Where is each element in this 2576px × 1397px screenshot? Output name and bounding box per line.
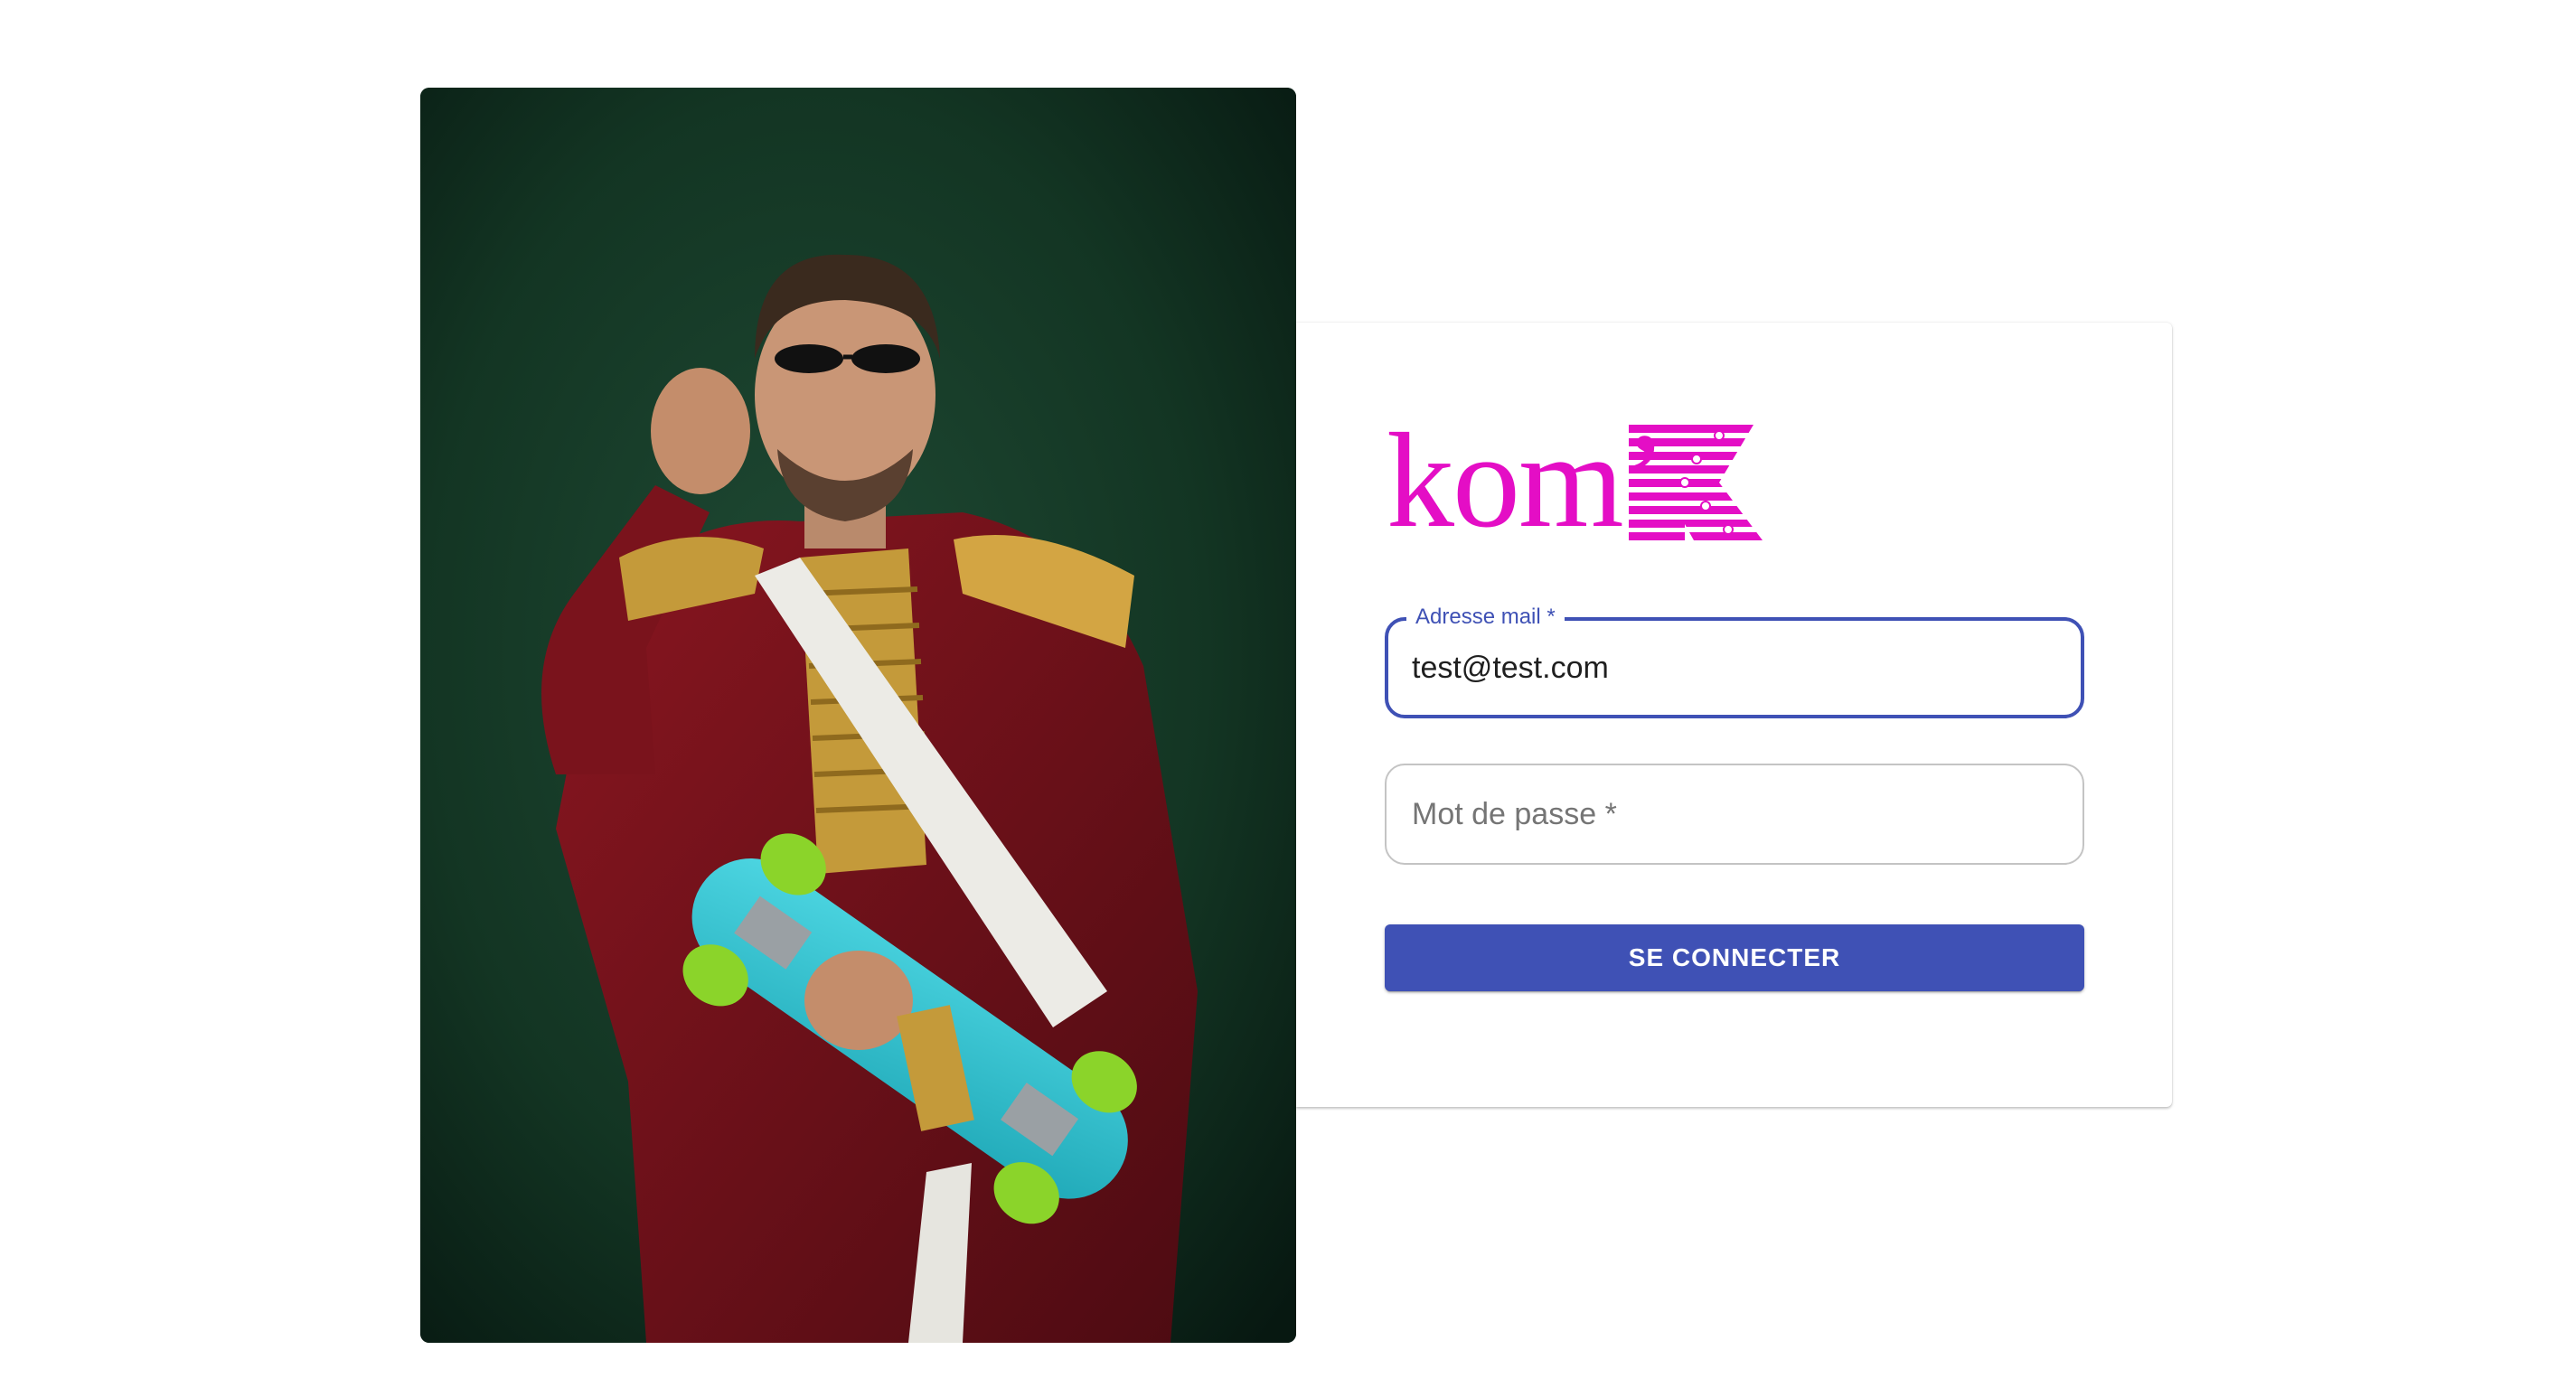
password-field[interactable]: Mot de passe * xyxy=(1385,764,2084,865)
logo-wordmark: kom’ xyxy=(1387,406,1668,556)
logo-k-mark xyxy=(1629,425,1763,540)
email-field-label: Adresse mail * xyxy=(1406,604,1565,631)
email-input-value[interactable]: test@test.com xyxy=(1412,648,1609,688)
password-placeholder: Mot de passe * xyxy=(1412,797,1617,831)
login-button[interactable]: SE CONNECTER xyxy=(1385,924,2084,991)
login-card: kom’ Adresse mail * test@test.com Mot de… xyxy=(1296,323,2172,1107)
email-field[interactable]: Adresse mail * test@test.com xyxy=(1385,604,2084,718)
brand-logo: kom’ xyxy=(1387,406,1784,556)
hero-image xyxy=(420,88,1296,1343)
